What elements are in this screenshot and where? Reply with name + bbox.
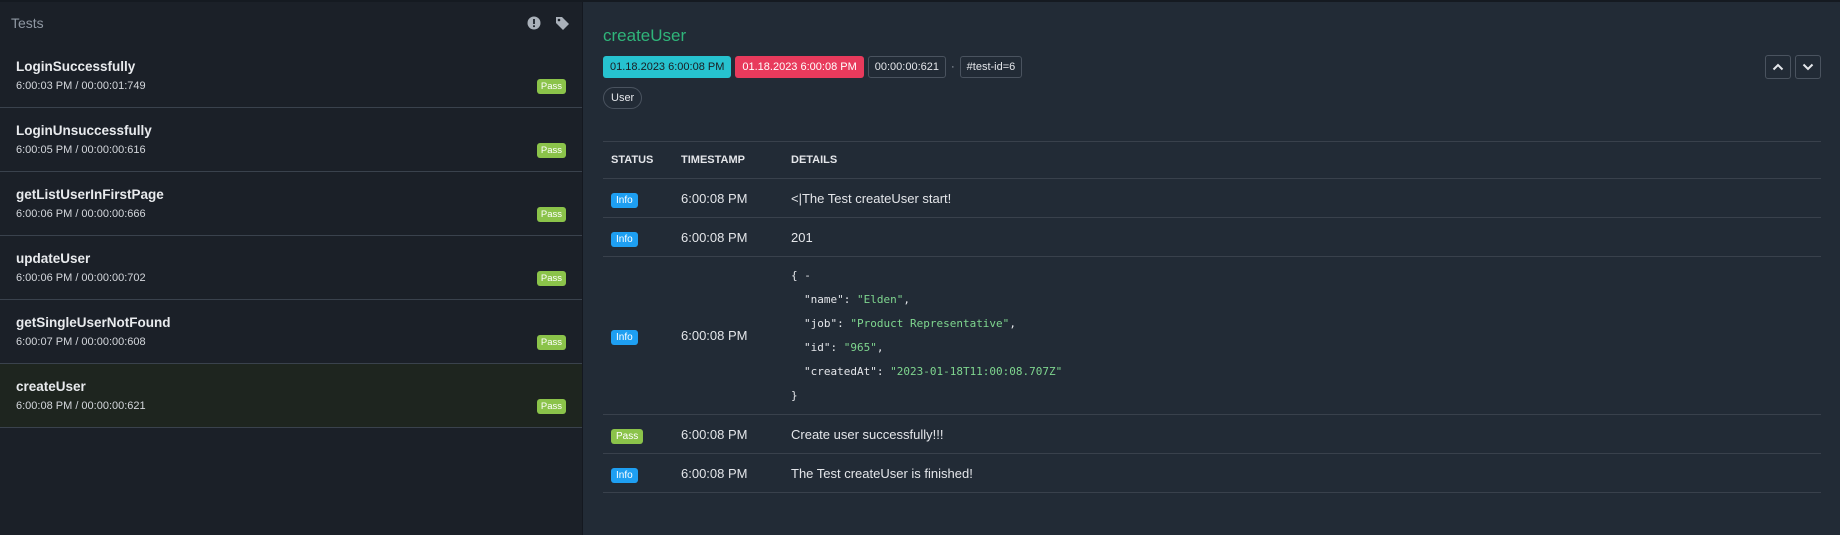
- test-name: LoginUnsuccessfully: [16, 123, 152, 138]
- test-name: LoginSuccessfully: [16, 59, 136, 74]
- test-time: 6:00:06 PM / 00:00:00:702: [16, 272, 146, 284]
- test-item-login-successfully[interactable]: LoginSuccessfully 6:00:03 PM / 00:00:01:…: [0, 44, 582, 108]
- log-details: 201: [783, 217, 1821, 257]
- table-row: Info 6:00:08 PM { - "name": "Elden", "jo…: [603, 256, 1821, 415]
- json-line-name: "name": "Elden",: [804, 292, 910, 306]
- test-name: updateUser: [16, 251, 91, 266]
- test-item-login-unsuccessfully[interactable]: LoginUnsuccessfully 6:00:05 PM / 00:00:0…: [0, 108, 582, 172]
- start-time-chip: 01.18.2023 6:00:08 PM: [603, 56, 732, 78]
- status-badge: Pass: [611, 428, 644, 444]
- log-details: Create user successfully!!!: [783, 414, 1821, 454]
- log-timestamp: 6:00:08 PM: [673, 414, 783, 454]
- status-badge: Pass: [536, 271, 566, 286]
- json-close: }: [791, 388, 798, 402]
- log-table-header: STATUS TIMESTAMP DETAILS: [603, 141, 1821, 179]
- tag-icon[interactable]: [554, 15, 570, 31]
- json-block: { - "name": "Elden", "job": "Product Rep…: [791, 264, 1821, 408]
- log-timestamp: 6:00:08 PM: [673, 178, 783, 218]
- test-item-create-user[interactable]: createUser 6:00:08 PM / 00:00:00:621 Pas…: [0, 364, 582, 428]
- test-item-update-user[interactable]: updateUser 6:00:06 PM / 00:00:00:702 Pas…: [0, 236, 582, 300]
- table-row: Info 6:00:08 PM <|The Test createUser st…: [603, 178, 1821, 218]
- chevron-up-icon: [1772, 63, 1784, 71]
- test-time: 6:00:06 PM / 00:00:00:666: [16, 208, 146, 220]
- column-timestamp: TIMESTAMP: [673, 141, 783, 179]
- json-open[interactable]: { -: [791, 264, 1821, 288]
- sidebar: Tests LoginSuccessfully 6:00:03 PM / 00:…: [0, 2, 583, 535]
- json-line-created-at: "createdAt": "2023-01-18T11:00:08.707Z": [804, 364, 1063, 378]
- duration-chip: 00:00:00:621: [867, 56, 946, 78]
- tag-row: User: [603, 87, 1821, 109]
- status-badge: Pass: [536, 143, 566, 158]
- json-line-job: "job": "Product Representative",: [804, 316, 1016, 330]
- status-badge: Info: [611, 467, 638, 483]
- table-row: Pass 6:00:08 PM Create user successfully…: [603, 414, 1821, 454]
- end-time-chip: 01.18.2023 6:00:08 PM: [735, 56, 864, 78]
- test-time: 6:00:03 PM / 00:00:01:749: [16, 80, 146, 92]
- next-test-button[interactable]: [1795, 55, 1821, 79]
- log-timestamp: 6:00:08 PM: [673, 217, 783, 257]
- test-time: 6:00:08 PM / 00:00:00:621: [16, 400, 146, 412]
- status-badge: Info: [611, 192, 638, 208]
- test-item-get-single-user-not-found[interactable]: getSingleUserNotFound 6:00:07 PM / 00:00…: [0, 300, 582, 364]
- test-meta-row: 01.18.2023 6:00:08 PM 01.18.2023 6:00:08…: [603, 56, 1821, 78]
- status-badge: Pass: [536, 399, 566, 414]
- separator-dot: ·: [950, 61, 955, 73]
- sidebar-title: Tests: [11, 15, 44, 31]
- exclamation-circle-icon[interactable]: [526, 15, 542, 31]
- column-status: STATUS: [603, 141, 673, 179]
- log-json-details: { - "name": "Elden", "job": "Product Rep…: [783, 256, 1821, 415]
- chevron-down-icon: [1802, 63, 1814, 71]
- test-time: 6:00:05 PM / 00:00:00:616: [16, 144, 146, 156]
- status-badge: Pass: [536, 79, 566, 94]
- column-details: DETAILS: [783, 141, 1821, 179]
- status-badge: Info: [611, 231, 638, 247]
- status-badge: Pass: [536, 207, 566, 222]
- log-details: The Test createUser is finished!: [783, 453, 1821, 493]
- log-details: <|The Test createUser start!: [783, 178, 1821, 218]
- previous-test-button[interactable]: [1765, 55, 1791, 79]
- test-title: createUser: [603, 26, 687, 45]
- app: Tests LoginSuccessfully 6:00:03 PM / 00:…: [0, 0, 1840, 535]
- json-line-id: "id": "965",: [804, 340, 884, 354]
- test-name: getSingleUserNotFound: [16, 315, 171, 330]
- test-nav-buttons: [1765, 55, 1821, 79]
- sidebar-header-icons: [526, 15, 570, 31]
- test-detail-panel: createUser 01.18.2023 6:00:08 PM 01.18.2…: [583, 2, 1840, 535]
- table-row: Info 6:00:08 PM The Test createUser is f…: [603, 453, 1821, 493]
- log-timestamp: 6:00:08 PM: [673, 256, 783, 415]
- log-table: STATUS TIMESTAMP DETAILS Info 6:00:08 PM…: [603, 141, 1821, 493]
- category-tag[interactable]: User: [603, 87, 643, 109]
- status-badge: Info: [611, 330, 638, 345]
- test-name: createUser: [16, 379, 86, 394]
- log-timestamp: 6:00:08 PM: [673, 453, 783, 493]
- sidebar-header: Tests: [0, 2, 582, 44]
- test-id-chip: #test-id=6: [959, 56, 1023, 78]
- table-row: Info 6:00:08 PM 201: [603, 217, 1821, 257]
- status-badge: Pass: [536, 335, 566, 350]
- test-name: getListUserInFirstPage: [16, 187, 164, 202]
- test-item-get-list-user[interactable]: getListUserInFirstPage 6:00:06 PM / 00:0…: [0, 172, 582, 236]
- test-time: 6:00:07 PM / 00:00:00:608: [16, 336, 146, 348]
